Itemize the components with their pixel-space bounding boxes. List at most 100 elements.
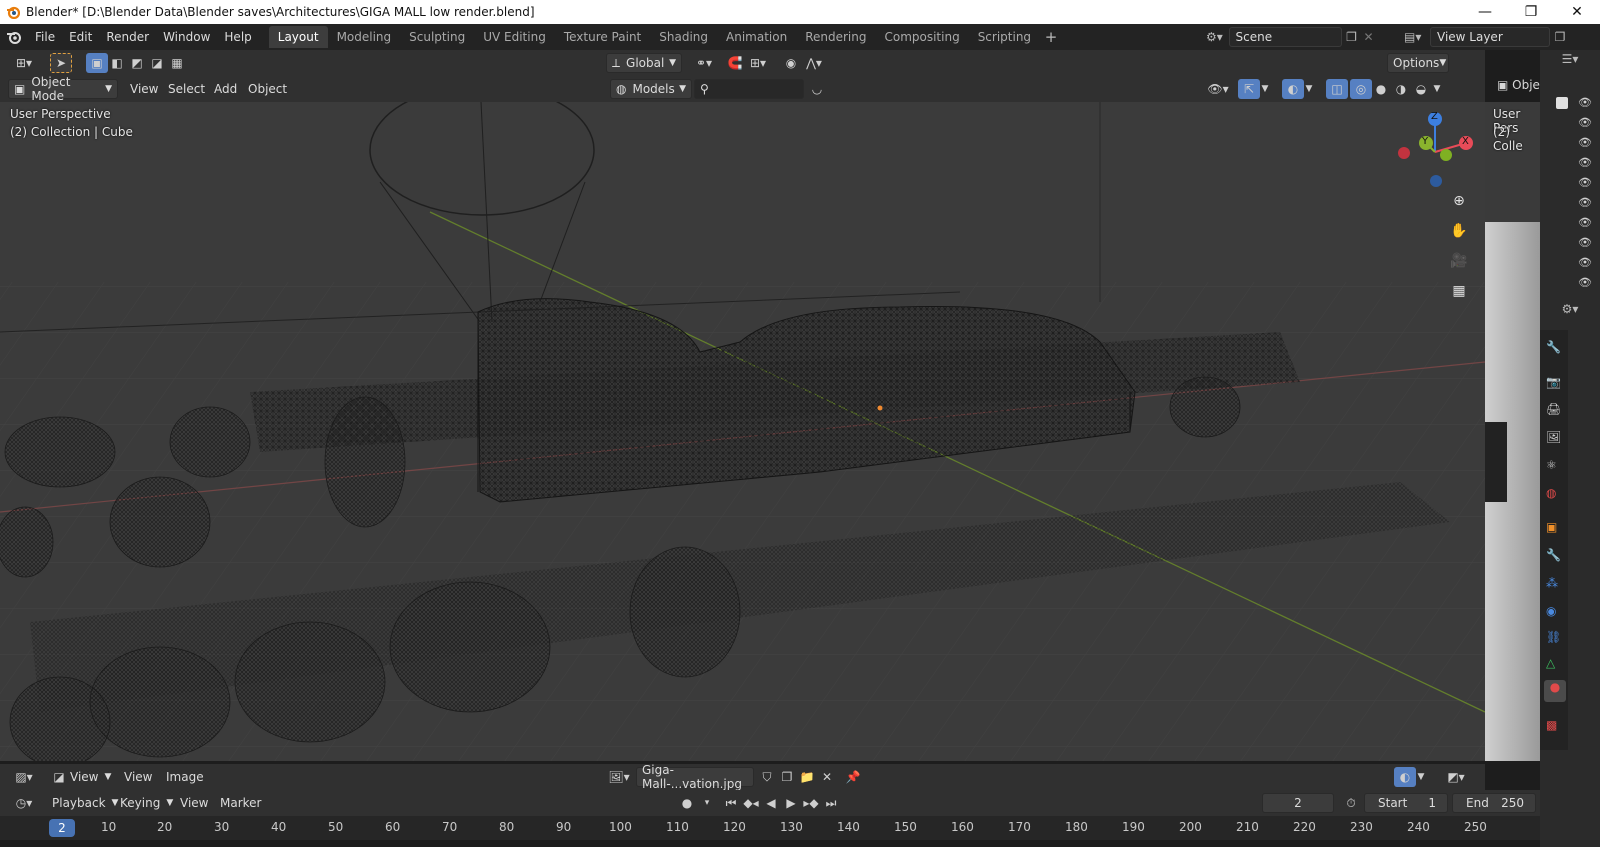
maximize-button[interactable]: ❐ [1508, 0, 1554, 24]
menu-add[interactable]: Add [208, 79, 243, 99]
playback-dropdown[interactable]: Playback ▼ [46, 793, 124, 813]
visibility-eye-icon[interactable]: 👁 [1578, 216, 1596, 230]
overlays-toggle-icon[interactable]: ◐ [1394, 767, 1416, 787]
pin-icon[interactable]: 📌 [842, 767, 864, 787]
object-tab-icon[interactable]: ▣ [1546, 520, 1557, 534]
prev-keyframe-icon[interactable]: ◆◂ [740, 793, 762, 813]
menu-file[interactable]: File [28, 26, 62, 48]
wireframe-shading-icon[interactable]: ◎ [1350, 79, 1372, 99]
new-view-layer-icon[interactable]: ❐ [1550, 30, 1570, 44]
visibility-eye-icon[interactable]: 👁 [1578, 96, 1596, 110]
editor-type-icon[interactable]: ◷▾ [8, 793, 40, 813]
menu-window[interactable]: Window [156, 26, 217, 48]
select-intersect-icon[interactable]: ▦ [166, 53, 188, 73]
scene-tab-icon[interactable]: ⚛ [1546, 458, 1557, 472]
xray-toggle-icon[interactable]: ◫ [1326, 79, 1348, 99]
current-frame-indicator[interactable]: 2 [49, 819, 75, 837]
select-invert-icon[interactable]: ◪ [146, 53, 168, 73]
duplicate-image-icon[interactable]: ❐ [776, 767, 798, 787]
jump-start-icon[interactable]: ⏮ [720, 793, 742, 813]
visibility-eye-icon[interactable]: 👁 [1578, 196, 1596, 210]
visibility-eye-icon[interactable]: 👁 [1578, 156, 1596, 170]
tab-uv-editing[interactable]: UV Editing [474, 26, 555, 48]
outliner-editor-icon[interactable]: ☰▾ [1540, 52, 1600, 74]
view-layer-field[interactable]: View Layer [1430, 27, 1550, 47]
pan-hand-icon[interactable]: ✋ [1446, 218, 1472, 244]
gizmo-dropdown-icon[interactable]: ▼ [1258, 79, 1272, 99]
visibility-eye-icon[interactable]: 👁 [1578, 276, 1596, 290]
texture-tab-icon[interactable]: ▩ [1546, 718, 1557, 732]
constraints-tab-icon[interactable]: ⛓ [1546, 630, 1561, 644]
mode-dropdown[interactable]: ▣ Object Mode ▼ [8, 75, 118, 103]
editor-type-icon[interactable]: ⊞▾ [8, 53, 40, 73]
editor-type-icon[interactable]: ▨▾ [8, 767, 40, 787]
overlays-toggle-icon[interactable]: ◐ [1282, 79, 1304, 99]
perspective-toggle-icon[interactable]: ▦ [1446, 278, 1472, 304]
tab-scripting[interactable]: Scripting [969, 26, 1040, 48]
snap-target-icon[interactable]: ⊞▾ [744, 53, 772, 73]
data-tab-icon[interactable]: △ [1546, 656, 1555, 670]
jump-end-icon[interactable]: ⏭ [820, 793, 842, 813]
tab-compositing[interactable]: Compositing [875, 26, 968, 48]
new-scene-icon[interactable]: ❐ [1342, 30, 1361, 44]
properties-editor-icon[interactable]: ⚙▾ [1540, 302, 1600, 324]
menu-image[interactable]: Image [160, 767, 210, 787]
keying-dropdown[interactable]: Keying ▼ [114, 793, 179, 813]
snap-icon[interactable]: 🧲 [724, 53, 746, 73]
select-box-mode-icon[interactable]: ▣ [86, 53, 108, 73]
visibility-eye-icon[interactable]: 👁 [1578, 116, 1596, 130]
overlays-dropdown-icon[interactable]: ▼ [1302, 79, 1316, 99]
physics-tab-icon[interactable]: ◉ [1546, 604, 1556, 618]
options-dropdown[interactable]: Options ▼ [1387, 53, 1449, 73]
tab-sculpting[interactable]: Sculpting [400, 26, 474, 48]
secondary-viewport[interactable]: User Pers (2) Colle [1485, 102, 1540, 761]
solid-shading-icon[interactable]: ● [1370, 79, 1392, 99]
scene-field[interactable]: Scene [1228, 27, 1343, 47]
menu-marker[interactable]: Marker [214, 793, 267, 813]
visibility-selectability-icon[interactable]: 👁▾ [1204, 79, 1232, 99]
tab-texture-paint[interactable]: Texture Paint [555, 26, 650, 48]
output-tab-icon[interactable]: 🖨 [1546, 402, 1561, 416]
menu-render[interactable]: Render [99, 26, 156, 48]
menu-edit[interactable]: Edit [62, 26, 99, 48]
3d-viewport[interactable]: User Perspective (2) Collection | Cube Z… [0, 102, 1485, 761]
viewport-scene[interactable] [0, 102, 1485, 761]
record-icon[interactable]: ● [676, 793, 698, 813]
overlays-dropdown-icon[interactable]: ▼ [1414, 767, 1428, 787]
render-tab-icon[interactable]: 📷 [1546, 375, 1561, 389]
modifier-tab-icon[interactable]: 🔧 [1546, 548, 1561, 562]
image-browse-icon[interactable]: 🖼▾ [604, 767, 634, 787]
preview-range-icon[interactable]: ⏱ [1340, 793, 1362, 813]
image-name-field[interactable]: Giga-Mall-...vation.jpg [636, 763, 754, 791]
tab-rendering[interactable]: Rendering [796, 26, 875, 48]
fake-user-icon[interactable]: ⛉ [756, 767, 778, 787]
visibility-eye-icon[interactable]: 👁 [1578, 176, 1596, 190]
open-image-icon[interactable]: 📁 [796, 767, 818, 787]
menu-object[interactable]: Object [242, 79, 293, 99]
particles-tab-icon[interactable]: ⁂ [1546, 576, 1558, 590]
add-workspace-button[interactable]: + [1040, 26, 1062, 48]
gizmo-toggle-icon[interactable]: ⇱ [1238, 79, 1260, 99]
delete-scene-icon[interactable]: ✕ [1361, 30, 1376, 44]
menu-help[interactable]: Help [217, 26, 258, 48]
start-frame-field[interactable]: Start 1 [1364, 793, 1448, 813]
close-button[interactable]: ✕ [1554, 0, 1600, 24]
transform-orientation-dropdown[interactable]: ⟂ Global ▼ [606, 53, 682, 73]
menu-view[interactable]: View [174, 793, 214, 813]
select-tool-icon[interactable]: ➤ [50, 53, 72, 73]
menu-view[interactable]: View [118, 767, 158, 787]
collection-filter-dropdown[interactable]: ◍ Models ▼ [610, 79, 692, 99]
timeline-ruler[interactable]: 2 10 20 30 40 50 60 70 80 90 100 110 120… [0, 816, 1540, 840]
minimize-button[interactable]: — [1462, 0, 1508, 24]
camera-view-icon[interactable]: 🎥 [1446, 248, 1472, 274]
pivot-point-icon[interactable]: ⚭▾ [690, 53, 718, 73]
next-keyframe-icon[interactable]: ▸◆ [800, 793, 822, 813]
material-shading-icon[interactable]: ◑ [1390, 79, 1412, 99]
proportional-falloff-icon[interactable]: ⋀▾ [800, 53, 828, 73]
blender-menu-icon[interactable] [0, 24, 28, 50]
unlink-image-icon[interactable]: ✕ [816, 767, 838, 787]
shading-dropdown-icon[interactable]: ▼ [1430, 79, 1444, 99]
zoom-icon[interactable]: ⊕ [1446, 188, 1472, 214]
tab-shading[interactable]: Shading [650, 26, 717, 48]
tool-tab-icon[interactable]: 🔧 [1546, 340, 1561, 354]
